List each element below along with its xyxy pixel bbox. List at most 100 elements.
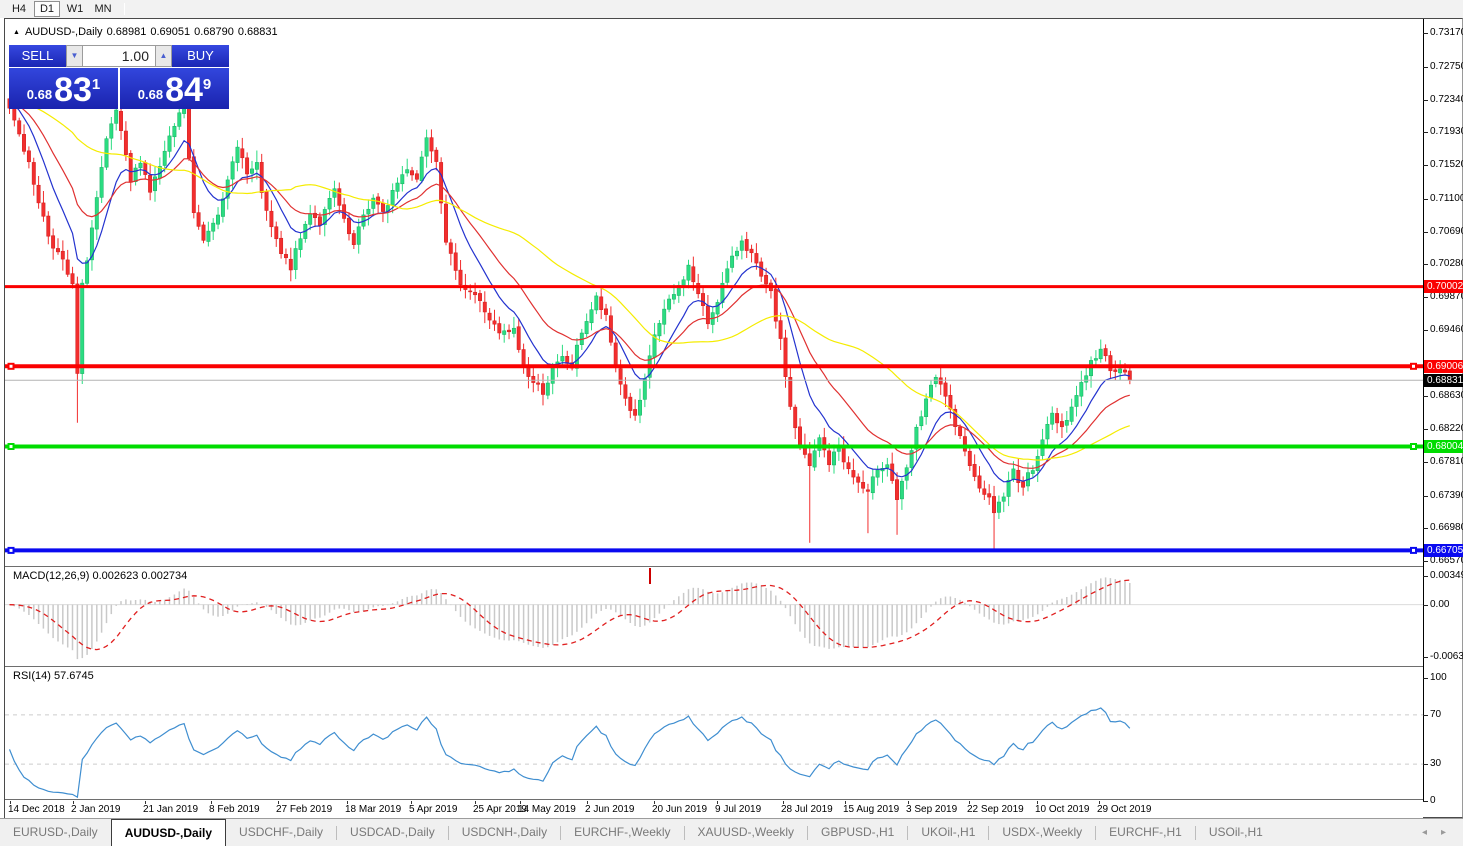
timeframe-button-w1[interactable]: W1 <box>62 1 88 17</box>
price-tick-dash <box>1423 100 1428 101</box>
price-tick-label: 0.69460 <box>1430 324 1463 335</box>
sell-price-main: 83 <box>54 75 92 105</box>
price-tick-label: 0.71930 <box>1430 126 1463 137</box>
tab-usoil-h1[interactable]: USOil-,H1 <box>1196 819 1276 846</box>
macd-tick-dash <box>1423 605 1428 606</box>
tab-usdchf-daily[interactable]: USDCHF-,Daily <box>226 819 336 846</box>
macd-tick-dash <box>1423 657 1428 658</box>
date-label: 3 Sep 2019 <box>906 804 957 815</box>
tab-eurchf-weekly[interactable]: EURCHF-,Weekly <box>561 819 683 846</box>
price-tick-label: 0.67810 <box>1430 456 1463 467</box>
price-tick-dash <box>1423 297 1428 298</box>
macd-label: MACD(12,26,9) 0.002623 0.002734 <box>13 570 187 582</box>
price-tick-dash <box>1423 199 1428 200</box>
price-tick-dash <box>1423 496 1428 497</box>
trade-panel-toggle-icon[interactable]: ▲ <box>13 29 20 36</box>
price-tick-label: 0.68220 <box>1430 423 1463 434</box>
tab-eurchf-h1[interactable]: EURCHF-,H1 <box>1096 819 1195 846</box>
tab-usdx-weekly[interactable]: USDX-,Weekly <box>989 819 1095 846</box>
macd-tick-label: 0.00349 <box>1430 570 1463 581</box>
macd-tick-label: -0.00637 <box>1430 651 1463 662</box>
date-label: 21 Jan 2019 <box>143 804 198 815</box>
buy-button[interactable]: BUY <box>172 45 229 67</box>
volume-decrease-button[interactable]: ▼ <box>66 45 83 67</box>
price-tick-dash <box>1423 232 1428 233</box>
timeframe-toolbar: H4D1W1MN <box>0 0 1463 18</box>
tab-xauusd-weekly[interactable]: XAUUSD-,Weekly <box>685 819 807 846</box>
price-tick-dash <box>1423 33 1428 34</box>
tab-usdcad-daily[interactable]: USDCAD-,Daily <box>337 819 448 846</box>
rsi-tick-label: 70 <box>1430 709 1441 720</box>
date-label: 10 Oct 2019 <box>1035 804 1089 815</box>
rsi-tick-dash <box>1423 764 1428 765</box>
panel-divider-rsi[interactable] <box>5 666 1423 668</box>
date-label: 2 Jan 2019 <box>71 804 121 815</box>
price-axis-line <box>1423 19 1424 801</box>
date-label: 9 Jul 2019 <box>715 804 761 815</box>
date-axis[interactable]: 14 Dec 2018 2 Jan 2019 21 Jan 2019 8 Feb 20… <box>5 801 1423 819</box>
rsi-tick-label: 30 <box>1430 758 1441 769</box>
tab-eurusd-daily[interactable]: EURUSD-,Daily <box>0 819 111 846</box>
rsi-tick-dash <box>1423 801 1428 802</box>
price-tick-label: 0.71100 <box>1430 193 1463 204</box>
tab-scroll-arrows: ◂▸ <box>1415 819 1463 846</box>
chart-title: ▲AUDUSD-,Daily0.689810.690510.687900.688… <box>13 26 282 38</box>
rsi-tick-label: 100 <box>1430 672 1447 683</box>
price-tick-label: 0.70690 <box>1430 226 1463 237</box>
ma-medium <box>10 102 1130 469</box>
macd-tick-dash <box>1423 576 1428 577</box>
price-tick-dash <box>1423 561 1428 562</box>
price-tick-dash <box>1423 330 1428 331</box>
tab-gbpusd-h1[interactable]: GBPUSD-,H1 <box>808 819 907 846</box>
price-tick-dash <box>1423 165 1428 166</box>
rsi-tick-label: 0 <box>1430 795 1436 806</box>
sell-button[interactable]: SELL <box>9 45 66 67</box>
price-level-badge: 0.66705 <box>1424 544 1463 557</box>
panel-divider-macd[interactable] <box>5 566 1423 568</box>
ma-fast <box>10 102 1130 482</box>
price-tick-dash <box>1423 67 1428 68</box>
price-tick-dash <box>1423 132 1428 133</box>
ma-slow <box>10 102 1130 461</box>
volume-input[interactable] <box>83 45 155 67</box>
tab-scroll-right-icon[interactable]: ▸ <box>1434 827 1453 838</box>
sell-price-button[interactable]: 0.68831 <box>9 68 118 109</box>
trading-terminal: H4D1W1MN 0.73170 0.72750 0.72340 0.71930 0.7… <box>0 0 1463 846</box>
tab-usdcnh-daily[interactable]: USDCNH-,Daily <box>449 819 560 846</box>
volume-increase-button[interactable]: ▲ <box>155 45 172 67</box>
rsi-canvas[interactable] <box>5 666 1423 801</box>
toolbar-separator <box>124 3 125 15</box>
timeframe-button-mn[interactable]: MN <box>90 1 116 17</box>
price-level-badge: 0.68004 <box>1424 440 1463 453</box>
rsi-label: RSI(14) 57.6745 <box>13 670 94 682</box>
tab-audusd-daily[interactable]: AUDUSD-,Daily <box>111 819 226 846</box>
price-tick-label: 0.73170 <box>1430 27 1463 38</box>
timeframe-button-h4[interactable]: H4 <box>6 1 32 17</box>
price-tick-label: 0.72750 <box>1430 61 1463 72</box>
price-level-badge: 0.69006 <box>1424 360 1463 373</box>
tab-ukoil-h1[interactable]: UKOil-,H1 <box>908 819 988 846</box>
ohlc-open: 0.68981 <box>107 26 147 38</box>
price-tick-dash <box>1423 396 1428 397</box>
price-tick-dash <box>1423 264 1428 265</box>
date-label: 27 Feb 2019 <box>276 804 332 815</box>
rsi-tick-dash <box>1423 715 1428 716</box>
buy-price-button[interactable]: 0.68849 <box>120 68 229 109</box>
date-label: 8 Feb 2019 <box>209 804 260 815</box>
macd-canvas[interactable] <box>5 566 1423 666</box>
date-label: 29 Oct 2019 <box>1097 804 1151 815</box>
price-level-badge: 0.70002 <box>1424 280 1463 293</box>
ohlc-close: 0.68831 <box>238 26 278 38</box>
price-tick-label: 0.70280 <box>1430 258 1463 269</box>
date-label: 14 Dec 2018 <box>8 804 65 815</box>
price-tick-label: 0.71520 <box>1430 159 1463 170</box>
date-label: 15 Aug 2019 <box>843 804 899 815</box>
tab-scroll-left-icon[interactable]: ◂ <box>1415 827 1434 838</box>
price-tick-label: 0.72340 <box>1430 94 1463 105</box>
macd-tick-label: 0.00 <box>1430 599 1449 610</box>
sell-price-prefix: 0.68 <box>27 85 52 105</box>
price-tick-dash <box>1423 462 1428 463</box>
ohlc-high: 0.69051 <box>150 26 190 38</box>
timeframe-button-d1[interactable]: D1 <box>34 1 60 17</box>
date-label: 22 Sep 2019 <box>967 804 1024 815</box>
